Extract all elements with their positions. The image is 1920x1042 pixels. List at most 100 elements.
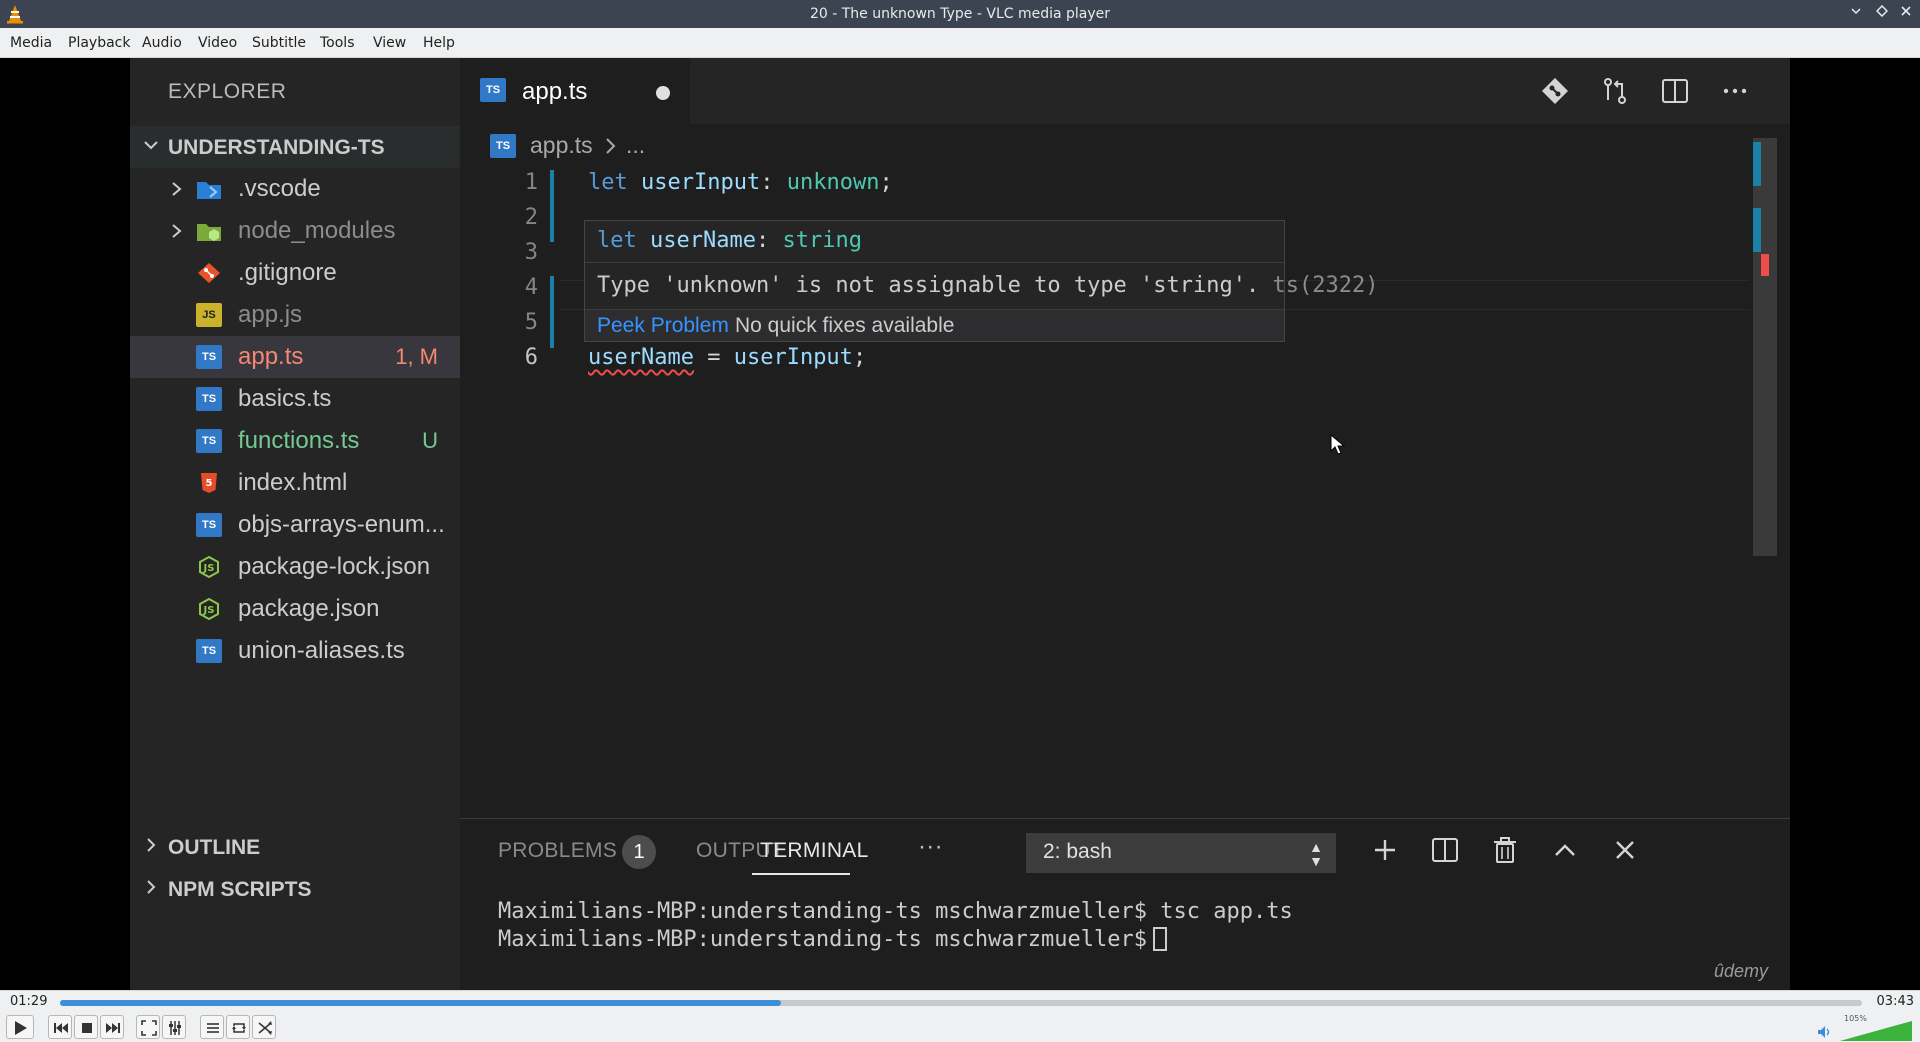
- code-editor: TS app.ts TS app.ts ... 1 let userInput:…: [460, 58, 1790, 818]
- code-text: userName = userInput;: [588, 345, 867, 370]
- tab-label: app.ts: [522, 78, 588, 105]
- seek-bar[interactable]: [60, 1000, 1862, 1006]
- menu-media[interactable]: Media: [10, 35, 52, 51]
- tree-item-gitignore[interactable]: .gitignore: [130, 252, 460, 294]
- menu-audio[interactable]: Audio: [142, 35, 182, 51]
- volume-icon[interactable]: [1816, 1023, 1834, 1041]
- chevron-right-icon: [172, 182, 182, 196]
- close-panel-icon[interactable]: [1610, 835, 1640, 865]
- error-code: ts(2322): [1272, 273, 1379, 298]
- more-actions-icon[interactable]: [1720, 76, 1750, 106]
- tree-item-label: package-lock.json: [238, 553, 431, 580]
- menu-help[interactable]: Help: [423, 35, 455, 51]
- elapsed-time[interactable]: 01:29: [10, 994, 47, 1009]
- maximize-panel-icon[interactable]: [1550, 835, 1580, 865]
- tree-item-vscode-folder[interactable]: .vscode: [130, 168, 460, 210]
- more-panel-tabs-icon[interactable]: ···: [918, 833, 943, 861]
- tree-item-label: index.html: [238, 469, 348, 496]
- stop-button[interactable]: [74, 1015, 98, 1039]
- menu-playback[interactable]: Playback: [68, 35, 130, 51]
- no-quick-fixes-text: No quick fixes available: [735, 314, 955, 337]
- tree-item-index-html[interactable]: 5 index.html: [130, 462, 460, 504]
- next-button[interactable]: [100, 1015, 124, 1039]
- loop-icon: [232, 1023, 246, 1033]
- overview-ruler-change: [1753, 142, 1761, 186]
- equalizer-icon: [169, 1021, 181, 1035]
- chevron-right-icon: [606, 138, 616, 154]
- project-folder-name: UNDERSTANDING-TS: [168, 136, 385, 159]
- tree-item-label: package.json: [238, 595, 380, 622]
- playlist-icon: [207, 1023, 219, 1033]
- tree-item-label: node_modules: [238, 217, 396, 244]
- split-editor-icon[interactable]: [1660, 76, 1690, 106]
- seek-progress: [60, 1000, 781, 1006]
- line-number: 4: [524, 275, 538, 300]
- tree-item-objs-arrays-enums[interactable]: TS objs-arrays-enum...: [130, 504, 460, 546]
- tab-app-ts[interactable]: TS app.ts: [460, 58, 690, 124]
- tree-item-app-ts[interactable]: TS app.ts 1, M: [130, 336, 460, 378]
- tree-item-label: app.ts: [238, 343, 304, 370]
- menu-subtitle[interactable]: Subtitle: [252, 35, 306, 51]
- outline-section-label: OUTLINE: [168, 836, 261, 859]
- playlist-button[interactable]: [200, 1015, 224, 1039]
- split-terminal-icon[interactable]: [1430, 835, 1460, 865]
- terminal-line: Maximilians-MBP:understanding-ts mschwar…: [498, 899, 1293, 924]
- chevron-right-icon: [147, 880, 156, 894]
- fullscreen-icon: [141, 1020, 157, 1036]
- loop-button[interactable]: [226, 1015, 250, 1039]
- js-file-icon: JS: [196, 303, 222, 327]
- code-line-6[interactable]: 6 userName = userInput;: [460, 341, 1760, 375]
- extended-settings-button[interactable]: [162, 1015, 186, 1039]
- minimize-button[interactable]: [1846, 4, 1866, 24]
- code-line-1[interactable]: 1 let userInput: unknown;: [460, 166, 1760, 200]
- peek-problem-link[interactable]: Peek Problem: [597, 314, 729, 338]
- npm-scripts-section-header[interactable]: NPM SCRIPTS: [130, 868, 460, 910]
- video-surface[interactable]: EXPLORER UNDERSTANDING-TS .vscode node_m…: [0, 58, 1920, 990]
- tree-item-functions-ts[interactable]: TS functions.ts U: [130, 420, 460, 462]
- maximize-button[interactable]: [1872, 4, 1892, 24]
- tree-item-label: .vscode: [238, 175, 321, 202]
- trash-icon[interactable]: [1490, 835, 1520, 865]
- unsaved-dot-icon[interactable]: [656, 86, 670, 100]
- tree-item-basics-ts[interactable]: TS basics.ts: [130, 378, 460, 420]
- tab-problems[interactable]: PROBLEMS: [498, 839, 617, 863]
- total-time[interactable]: 03:43: [1877, 994, 1914, 1009]
- svg-text:5: 5: [206, 478, 213, 489]
- tree-item-package-json[interactable]: JS package.json: [130, 588, 460, 630]
- tree-item-node-modules-folder[interactable]: node_modules: [130, 210, 460, 252]
- window-title: 20 - The unknown Type - VLC media player: [809, 6, 1111, 22]
- previous-button[interactable]: [48, 1015, 72, 1039]
- volume-level: [1840, 1021, 1912, 1041]
- project-folder-header[interactable]: UNDERSTANDING-TS: [130, 126, 460, 168]
- menu-view[interactable]: View: [373, 35, 406, 51]
- git-compare-icon[interactable]: [1540, 76, 1570, 106]
- json-file-icon: JS: [199, 555, 219, 579]
- open-changes-icon[interactable]: [1600, 76, 1630, 106]
- tree-item-package-lock-json[interactable]: JS package-lock.json: [130, 546, 460, 588]
- shuffle-button[interactable]: [252, 1015, 276, 1039]
- problems-count-badge: 1: [622, 835, 656, 869]
- overview-ruler-error: [1761, 254, 1769, 276]
- restore-icon: [1875, 4, 1889, 18]
- menu-tools[interactable]: Tools: [320, 35, 355, 51]
- outline-section-header[interactable]: OUTLINE: [130, 826, 460, 868]
- play-button[interactable]: [6, 1015, 34, 1039]
- line-number: 5: [524, 310, 538, 335]
- breadcrumb-symbols[interactable]: ...: [626, 132, 645, 159]
- terminal-panel: PROBLEMS 1 OUTPUT TERMINAL ··· 2: bash ▲…: [460, 818, 1790, 990]
- tree-item-label: basics.ts: [238, 385, 332, 412]
- tab-terminal[interactable]: TERMINAL: [760, 839, 869, 863]
- tree-item-union-aliases-ts[interactable]: TS union-aliases.ts: [130, 630, 460, 672]
- terminal-prompt-line[interactable]: Maximilians-MBP:understanding-ts mschwar…: [498, 927, 1168, 952]
- tree-item-app-js[interactable]: JS app.js: [130, 294, 460, 336]
- volume-slider[interactable]: [1840, 1021, 1912, 1041]
- terminal-select[interactable]: 2: bash ▲ ▼: [1026, 833, 1336, 873]
- editor-scrollbar[interactable]: [1753, 138, 1777, 556]
- breadcrumb-file[interactable]: app.ts: [530, 132, 593, 159]
- overview-ruler-change: [1753, 208, 1761, 252]
- close-window-button[interactable]: [1896, 4, 1916, 24]
- menu-video[interactable]: Video: [198, 35, 237, 51]
- fullscreen-button[interactable]: [136, 1015, 160, 1039]
- explorer-sidebar: EXPLORER UNDERSTANDING-TS .vscode node_m…: [130, 58, 460, 990]
- new-terminal-icon[interactable]: [1370, 835, 1400, 865]
